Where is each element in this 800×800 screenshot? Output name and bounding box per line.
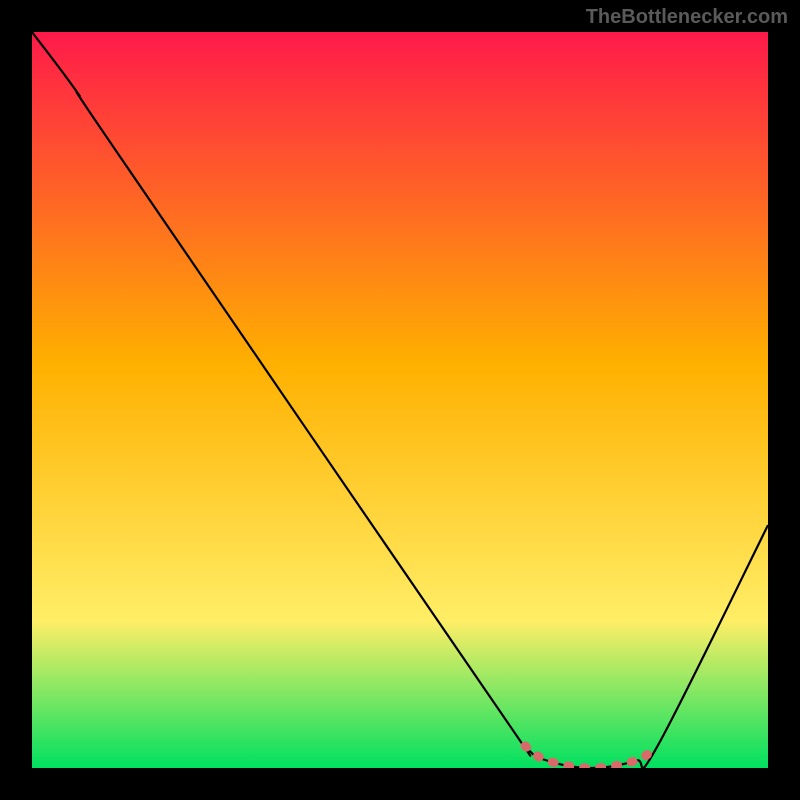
watermark-text: TheBottlenecker.com (586, 6, 788, 29)
gradient-background (32, 32, 768, 768)
chart-svg (32, 32, 768, 768)
bottleneck-chart (32, 32, 768, 768)
